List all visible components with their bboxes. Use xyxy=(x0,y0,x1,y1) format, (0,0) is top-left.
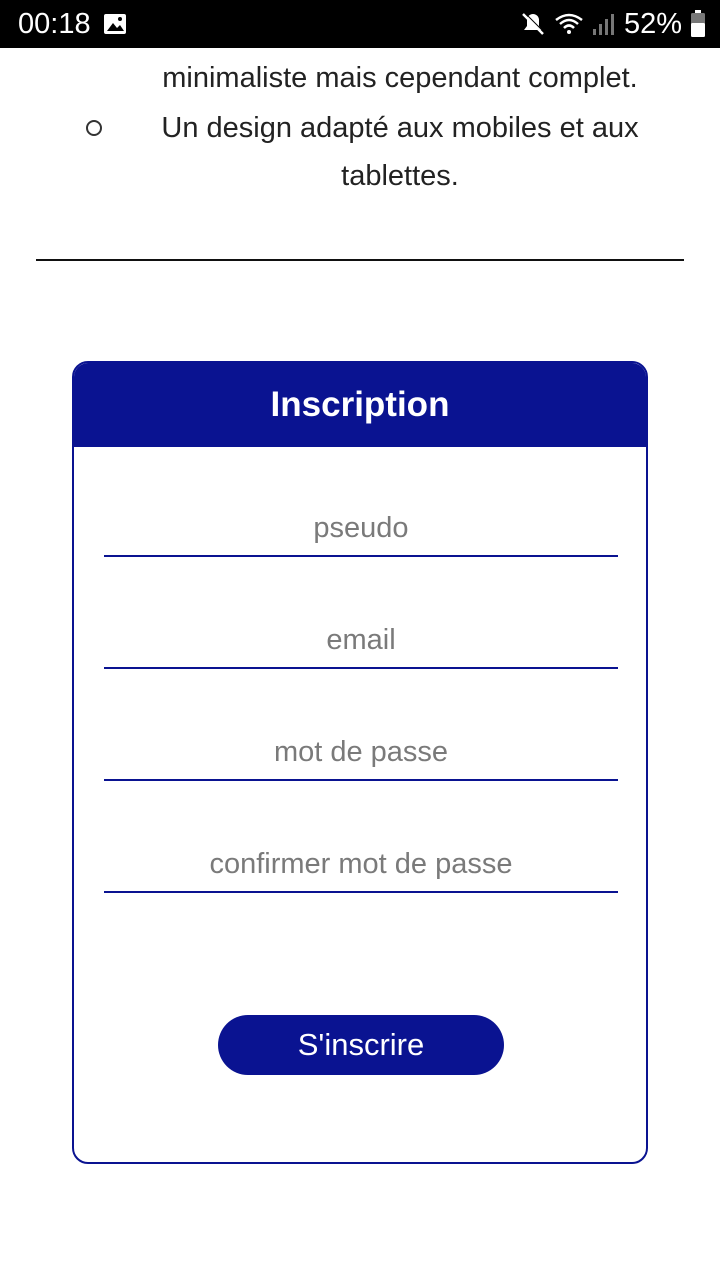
battery-icon xyxy=(690,10,706,38)
battery-percent: 52% xyxy=(623,7,682,40)
signal-icon xyxy=(592,12,616,36)
signup-button[interactable]: S'inscrire xyxy=(218,1015,504,1075)
mute-icon xyxy=(520,11,546,37)
signup-card: Inscription S'inscrire xyxy=(72,361,648,1164)
clock: 00:18 xyxy=(18,7,91,40)
feature-text-line-1: Un design adapté aux mobiles et aux xyxy=(161,112,639,144)
pseudo-input[interactable] xyxy=(104,501,618,555)
image-icon xyxy=(103,13,127,35)
status-left: 00:18 xyxy=(18,8,127,41)
divider xyxy=(36,259,684,261)
email-field xyxy=(104,613,618,669)
email-input[interactable] xyxy=(104,613,618,667)
signup-title: Inscription xyxy=(74,363,646,447)
password-field xyxy=(104,725,618,781)
feature-text-partial: minimaliste mais cependant complet. xyxy=(162,62,638,94)
pseudo-field xyxy=(104,501,618,557)
status-right: 52% xyxy=(520,8,706,41)
confirm-password-field xyxy=(104,837,618,893)
wifi-icon xyxy=(554,12,584,36)
bullet-circle-icon xyxy=(86,120,102,136)
feature-text: Un design adapté aux mobiles et aux tabl… xyxy=(120,104,680,200)
confirm-password-input[interactable] xyxy=(104,837,618,891)
status-bar: 00:18 52% xyxy=(0,0,720,48)
feature-text-line-2: tablettes. xyxy=(341,160,459,192)
password-input[interactable] xyxy=(104,725,618,779)
